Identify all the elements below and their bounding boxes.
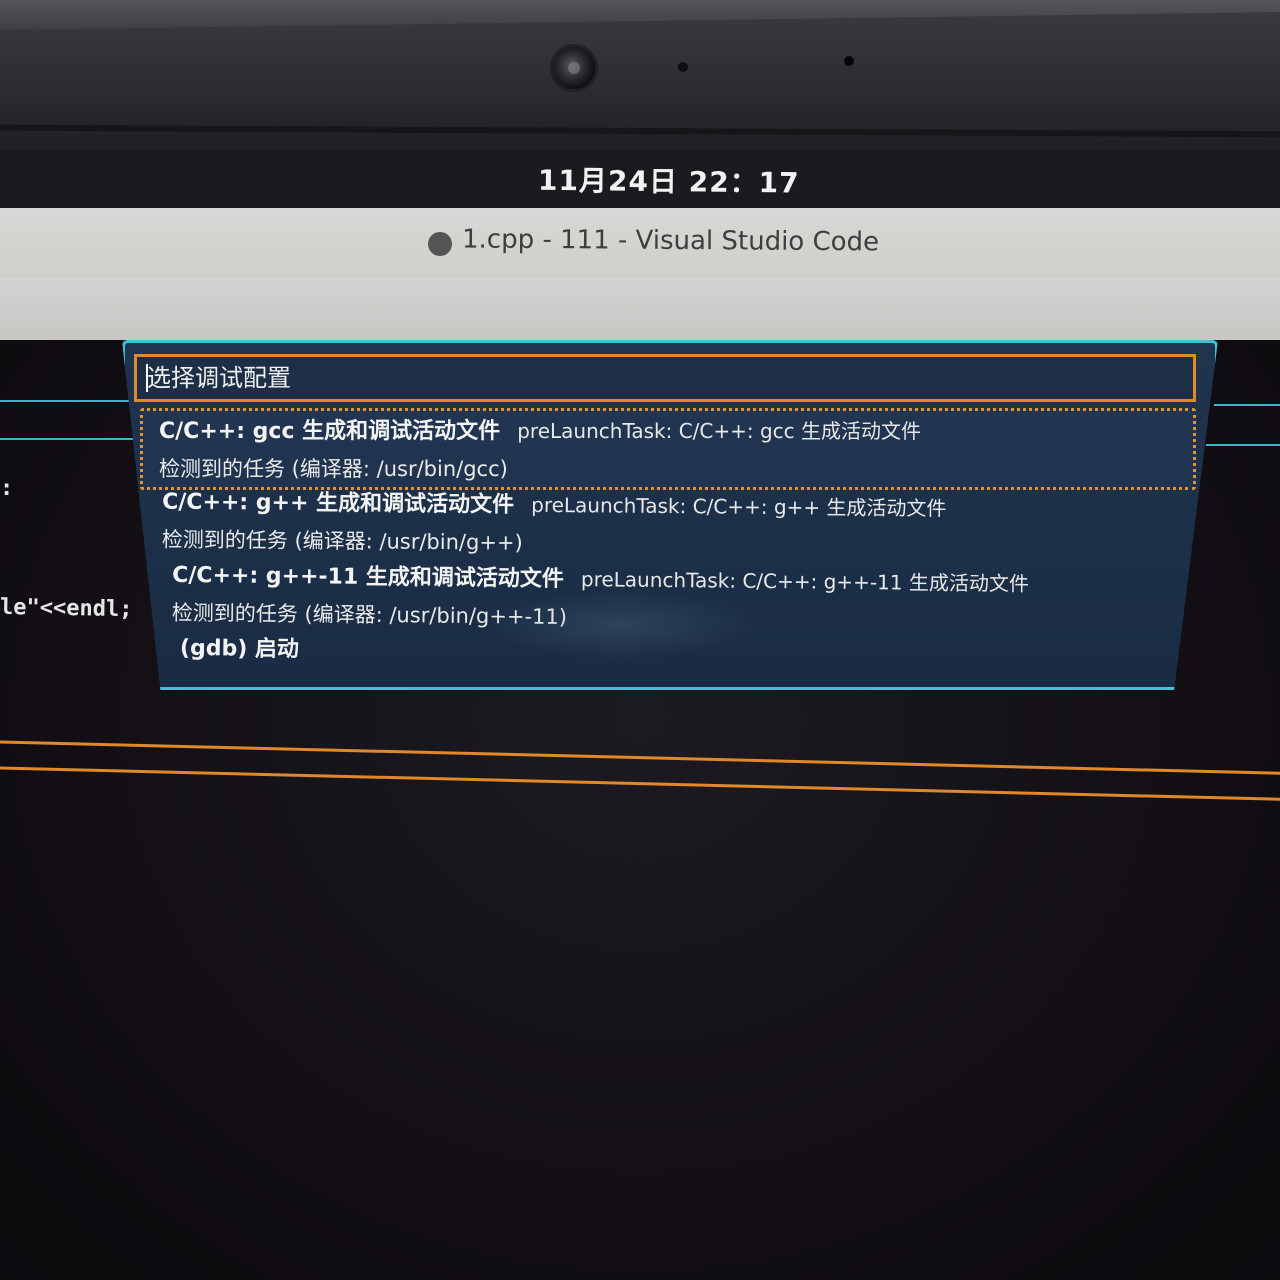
unsaved-indicator-icon [428, 232, 452, 256]
panel-border [1214, 404, 1280, 406]
quick-pick-item-gpp[interactable]: C/C++: g++ 生成和调试活动文件 preLaunchTask: C/C+… [162, 484, 1173, 565]
code-line[interactable]: : [0, 476, 13, 501]
item-label: C/C++: gcc 生成和调试活动文件 [159, 419, 501, 444]
quick-pick-input[interactable] [137, 357, 1193, 399]
item-detail: 检测到的任务 (编译器: /usr/bin/gcc) [159, 457, 508, 481]
code-line[interactable]: le"<<endl; [0, 595, 133, 622]
sensor-dot [844, 56, 854, 66]
bezel-edge [0, 0, 1280, 30]
panel-border [1206, 444, 1280, 446]
quick-pick-item-gpp11[interactable]: C/C++: g++-11 生成和调试活动文件 preLaunchTask: C… [172, 557, 1163, 637]
item-label: C/C++: g++-11 生成和调试活动文件 [172, 562, 564, 592]
item-label: (gdb) 启动 [179, 635, 300, 663]
bezel-seam [0, 124, 1280, 138]
item-description: preLaunchTask: C/C++: g++ 生成活动文件 [531, 492, 947, 521]
text-caret [146, 364, 148, 392]
menu-bar[interactable] [0, 278, 1280, 346]
window-title: 1.cpp - 111 - Visual Studio Code [461, 224, 880, 258]
system-clock[interactable]: 11月24日 22：17 [538, 159, 800, 205]
laptop-bezel [0, 0, 1280, 160]
item-label: C/C++: g++ 生成和调试活动文件 [162, 489, 515, 518]
quick-pick-input-box[interactable] [134, 354, 1196, 402]
quick-pick-item-gcc[interactable]: C/C++: gcc 生成和调试活动文件 preLaunchTask: C/C+… [140, 408, 1196, 490]
item-description: preLaunchTask: C/C++: gcc 生成活动文件 [517, 419, 922, 443]
item-description: preLaunchTask: C/C++: g++-11 生成活动文件 [580, 567, 1030, 596]
sensor-dot [678, 62, 688, 72]
item-detail: 检测到的任务 (编译器: /usr/bin/g++) [161, 527, 523, 555]
webcam-icon [550, 44, 598, 92]
quick-pick-item-gdb-launch[interactable]: (gdb) 启动 [180, 630, 580, 668]
panel-border [0, 400, 130, 402]
panel-border [0, 438, 134, 440]
